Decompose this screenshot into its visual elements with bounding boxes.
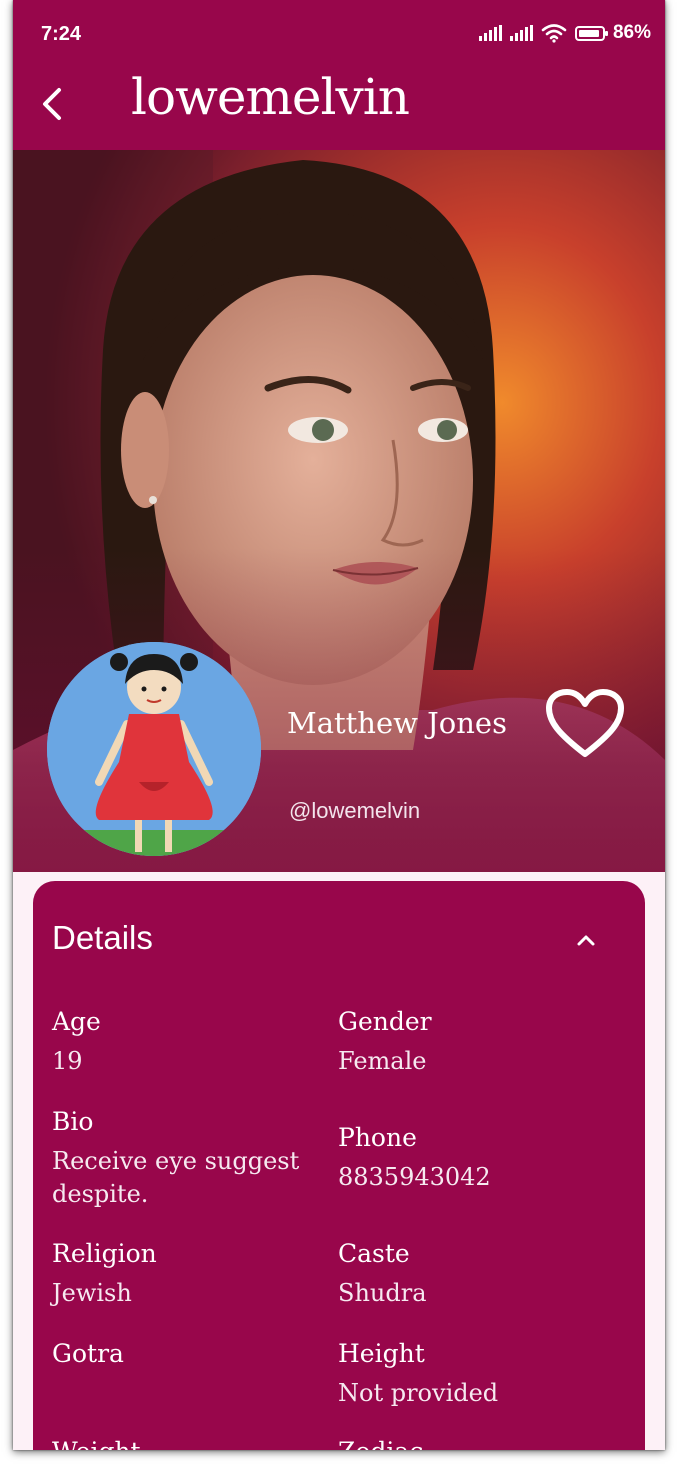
signal-icon	[478, 25, 502, 41]
gender-value: Female	[338, 1047, 427, 1075]
status-icons: 86%	[478, 22, 651, 44]
bio-label: Bio	[52, 1107, 94, 1136]
gotra-label: Gotra	[52, 1339, 124, 1368]
page-title: lowemelvin	[131, 68, 410, 126]
details-title: Details	[52, 919, 153, 956]
height-value: Not provided	[338, 1379, 499, 1407]
bio-value: Receive eye suggest despite.	[52, 1147, 300, 1208]
religion-value: Jewish	[52, 1279, 132, 1307]
avatar[interactable]	[47, 642, 261, 856]
phone-value: 8835943042	[338, 1163, 491, 1191]
profile-name: Matthew Jones	[287, 706, 507, 740]
profile-handle: @lowemelvin	[289, 798, 421, 823]
app-bar: lowemelvin	[13, 64, 665, 150]
battery-percent: 86%	[612, 22, 651, 43]
caste-label: Caste	[338, 1239, 410, 1268]
weight-label: Weight	[52, 1437, 141, 1450]
gender-label: Gender	[338, 1007, 432, 1036]
app-screen: 7:24 86% lowemelvin Matthew Jones @lowem…	[13, 0, 665, 1450]
religion-label: Religion	[52, 1239, 157, 1268]
status-bar: 7:24 86%	[13, 0, 665, 64]
battery-icon	[574, 25, 608, 41]
age-label: Age	[52, 1007, 101, 1036]
chevron-up-icon[interactable]	[571, 925, 601, 955]
profile-cover-photo: Matthew Jones @lowemelvin	[13, 150, 665, 872]
phone-label: Phone	[338, 1123, 417, 1152]
avatar-drawing-image	[47, 642, 261, 856]
heart-outline-icon[interactable]	[545, 688, 625, 760]
caste-value: Shudra	[338, 1279, 427, 1307]
age-value: 19	[52, 1047, 83, 1075]
details-card: Details Age 19 Gender Female Bio Receive…	[33, 881, 645, 1450]
height-label: Height	[338, 1339, 425, 1368]
signal-icon	[509, 25, 533, 41]
wifi-icon	[541, 24, 567, 43]
zodiac-label: Zodiac	[338, 1437, 423, 1450]
back-arrow-icon[interactable]	[33, 82, 77, 126]
status-time: 7:24	[41, 23, 82, 45]
